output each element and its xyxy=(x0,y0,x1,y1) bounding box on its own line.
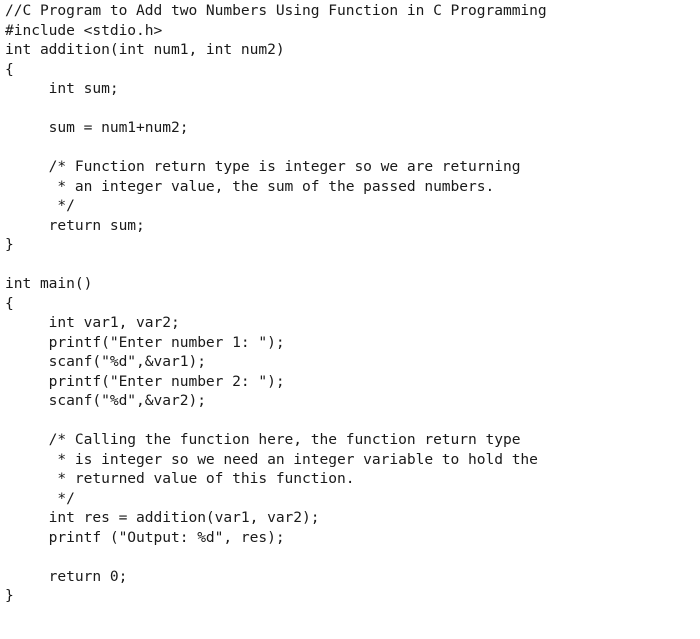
code-line-open-brace: { xyxy=(5,60,14,78)
code-line-call-addition: int res = addition(var1, var2); xyxy=(5,509,320,526)
code-line-printf-prompt-2: printf("Enter number 2: "); xyxy=(5,372,285,390)
code-line-comment: */ xyxy=(5,489,75,507)
code-line-comment: /* Function return type is integer so we… xyxy=(5,158,521,175)
code-line-comment-title: //C Program to Add two Numbers Using Fun… xyxy=(5,2,547,19)
code-line-close-brace: } xyxy=(5,236,14,253)
code-line-comment: /* Calling the function here, the functi… xyxy=(5,431,521,448)
code-line-declare-sum: int sum; xyxy=(5,80,119,97)
code-line-addition-signature: int addition(int num1, int num2) xyxy=(5,41,285,58)
code-line-compute-sum: sum = num1+num2; xyxy=(5,119,189,136)
code-line-close-brace: } xyxy=(5,587,14,604)
code-line-declare-vars: int var1, var2; xyxy=(5,314,180,331)
code-line-comment: */ xyxy=(5,197,75,214)
code-line-printf-prompt-1: printf("Enter number 1: "); xyxy=(5,333,285,351)
code-line-main-signature: int main() xyxy=(5,275,93,292)
code-line-scanf-var1: scanf("%d",&var1); xyxy=(5,353,206,370)
code-line-comment: * is integer so we need an integer varia… xyxy=(5,450,538,468)
code-line-include: #include <stdio.h> xyxy=(5,21,163,39)
code-line-scanf-var2: scanf("%d",&var2); xyxy=(5,392,206,409)
code-line-return-zero: return 0; xyxy=(5,567,128,585)
code-line-return-sum: return sum; xyxy=(5,216,145,234)
code-line-comment: * returned value of this function. xyxy=(5,470,355,487)
code-listing: //C Program to Add two Numbers Using Fun… xyxy=(5,1,547,606)
code-line-comment: * an integer value, the sum of the passe… xyxy=(5,177,495,195)
code-line-open-brace: { xyxy=(5,294,14,312)
code-line-printf-output: printf ("Output: %d", res); xyxy=(5,528,285,546)
